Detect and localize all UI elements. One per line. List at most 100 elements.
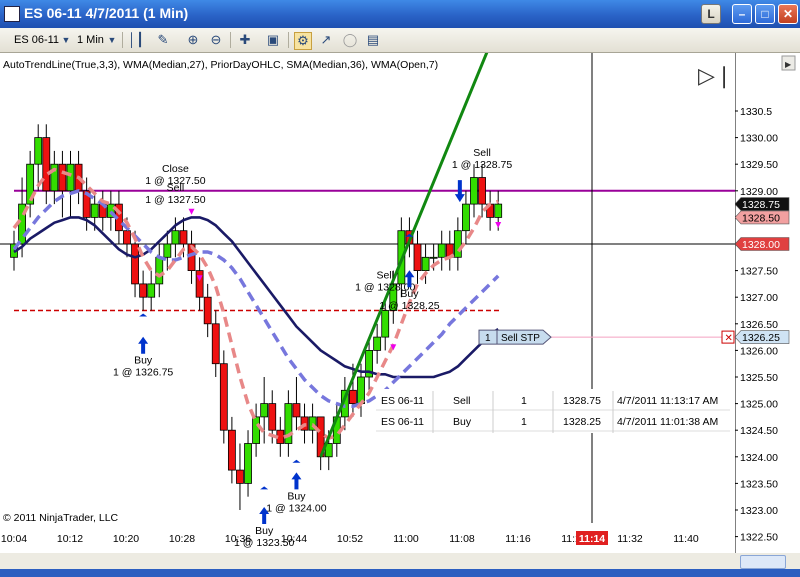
data-box-icon[interactable]: ◯ <box>342 32 358 48</box>
table-cell: Sell <box>453 395 471 407</box>
candle-body <box>470 177 478 205</box>
candle-body <box>413 243 422 272</box>
x-tick-label: 11:16 <box>505 533 531 545</box>
y-tick-label: 1324.00 <box>740 452 778 464</box>
lock-button[interactable]: L <box>701 4 721 24</box>
candle-body <box>227 429 236 471</box>
candle-body <box>211 323 220 365</box>
scroll-up-icon: ▶ <box>785 60 792 69</box>
trade-fill-text: 1 @ 1326.75 <box>113 367 173 379</box>
trade-fill-text: 1 @ 1327.50 <box>145 194 205 206</box>
y-tick-label: 1325.00 <box>740 399 778 411</box>
candle-body <box>90 203 99 218</box>
bar-type-icon[interactable]: │┃ <box>128 32 144 48</box>
price-scale[interactable]: 1330.5 1330.00 1329.50 1329.00 1328.50 1328.0… <box>734 53 800 570</box>
fill-marker-icon <box>260 486 269 490</box>
candle-body <box>268 403 277 431</box>
candle-body <box>123 230 131 245</box>
candle-body <box>373 336 382 351</box>
x-tick-label: 10:44 <box>281 533 307 545</box>
candle-body <box>453 230 462 258</box>
y-tick-label: 1323.50 <box>740 478 778 490</box>
y-tick-label: 1327.50 <box>740 266 778 278</box>
candle-body <box>236 469 244 484</box>
trade-fill-text: 1 @ 1328.75 <box>452 159 512 171</box>
price-chart[interactable]: AutoTrendLine(True,3,3), WMA(Median,27),… <box>0 43 735 553</box>
price-label-text: 1328.50 <box>742 212 780 224</box>
fill-marker-icon <box>292 459 301 463</box>
table-cell: 1 <box>521 416 527 428</box>
table-cell: 1 <box>521 395 527 407</box>
candle-body <box>462 203 470 232</box>
y-tick-label: 1329.50 <box>740 159 778 171</box>
y-tick-label: 1327.00 <box>740 292 778 304</box>
table-cell: 1328.25 <box>563 416 601 428</box>
candle-body <box>260 403 269 418</box>
candle-body <box>437 243 446 258</box>
exit-marker-icon <box>495 222 502 229</box>
price-label-text: 1326.25 <box>742 332 780 344</box>
candle-body <box>147 283 156 298</box>
y-tick-label: 1325.50 <box>740 372 778 384</box>
instrument-selector[interactable]: ES 06-11 <box>14 31 59 49</box>
cancel-x-icon: ✕ <box>725 333 733 344</box>
strategy-icon[interactable]: ⚙ <box>294 32 312 50</box>
time-marker-label: 11:14 <box>579 533 605 545</box>
candle-body <box>58 163 67 192</box>
exit-marker-icon <box>188 208 195 215</box>
window-titlebar: ES 06-11 4/7/2011 (1 Min) L – □ ✕ <box>0 0 800 28</box>
candle-body <box>34 137 43 165</box>
zoom-out-icon[interactable]: ⊖ <box>208 32 224 48</box>
horizontal-scrollbar[interactable] <box>0 553 800 569</box>
candle-body <box>179 230 188 245</box>
x-tick-label: 11:08 <box>449 533 475 545</box>
fill-marker-icon <box>139 313 148 317</box>
interval-selector[interactable]: 1 Min <box>77 31 104 49</box>
crosshair-icon[interactable]: ✚ <box>237 32 253 48</box>
close-button[interactable]: ✕ <box>778 4 798 24</box>
x-tick-label: 10:28 <box>169 533 195 545</box>
x-tick-label: 10:36 <box>225 533 251 545</box>
price-axis: 1330.5 1330.00 1329.50 1329.00 1328.50 1328.0… <box>734 53 796 570</box>
candle-body <box>244 443 252 484</box>
app-icon <box>4 6 20 22</box>
grid-list-icon[interactable]: ▤ <box>365 32 381 48</box>
candle-body <box>42 137 51 192</box>
toolbar-separator <box>230 32 231 48</box>
x-tick-label: 11:32 <box>617 533 643 545</box>
candle-body <box>357 376 365 405</box>
instrument-dropdown-icon[interactable]: ▼ <box>58 32 74 48</box>
candle-body <box>195 270 204 298</box>
table-cell: ES 06-11 <box>381 416 424 428</box>
trade-label-close: Close <box>162 163 189 175</box>
pencil-draw-icon[interactable]: ✎ <box>155 32 171 48</box>
candle-body <box>139 283 148 298</box>
zoom-in-icon[interactable]: ⊕ <box>185 32 201 48</box>
chart-panel[interactable]: AutoTrendLine(True,3,3), WMA(Median,27),… <box>0 43 735 553</box>
y-tick-label: 1330.00 <box>740 133 778 145</box>
y-tick-label: 1329.00 <box>740 186 778 198</box>
trade-label-sell: Sell <box>167 182 185 194</box>
properties-icon[interactable]: ▣ <box>265 32 281 48</box>
table-cell: 4/7/2011 11:13:17 AM <box>617 395 718 407</box>
scrollbar-thumb[interactable] <box>740 555 786 569</box>
maximize-button[interactable]: □ <box>755 4 775 24</box>
toolbar-separator <box>122 32 123 48</box>
window-title: ES 06-11 4/7/2011 (1 Min) <box>24 5 189 21</box>
trade-label-sell: Sell <box>376 270 394 282</box>
interval-dropdown-icon[interactable]: ▼ <box>104 32 120 48</box>
chart-trader-icon[interactable]: ↗ <box>318 32 334 48</box>
candle-body <box>494 203 503 218</box>
candle-body <box>349 389 357 404</box>
trade-label-sell: Sell <box>473 147 491 159</box>
trade-label-buy: Buy <box>287 490 306 502</box>
collapse-panel-icon[interactable]: ▷❘ <box>698 63 733 89</box>
minimize-button[interactable]: – <box>732 4 752 24</box>
candle-body <box>203 296 212 325</box>
x-tick-label: 11:40 <box>673 533 699 545</box>
wma27-line <box>13 216 499 379</box>
table-cell: 1328.75 <box>563 395 601 407</box>
candle-body <box>429 256 438 259</box>
x-tick-label: 11:00 <box>393 533 419 545</box>
x-tick-label: 10:20 <box>113 533 139 545</box>
